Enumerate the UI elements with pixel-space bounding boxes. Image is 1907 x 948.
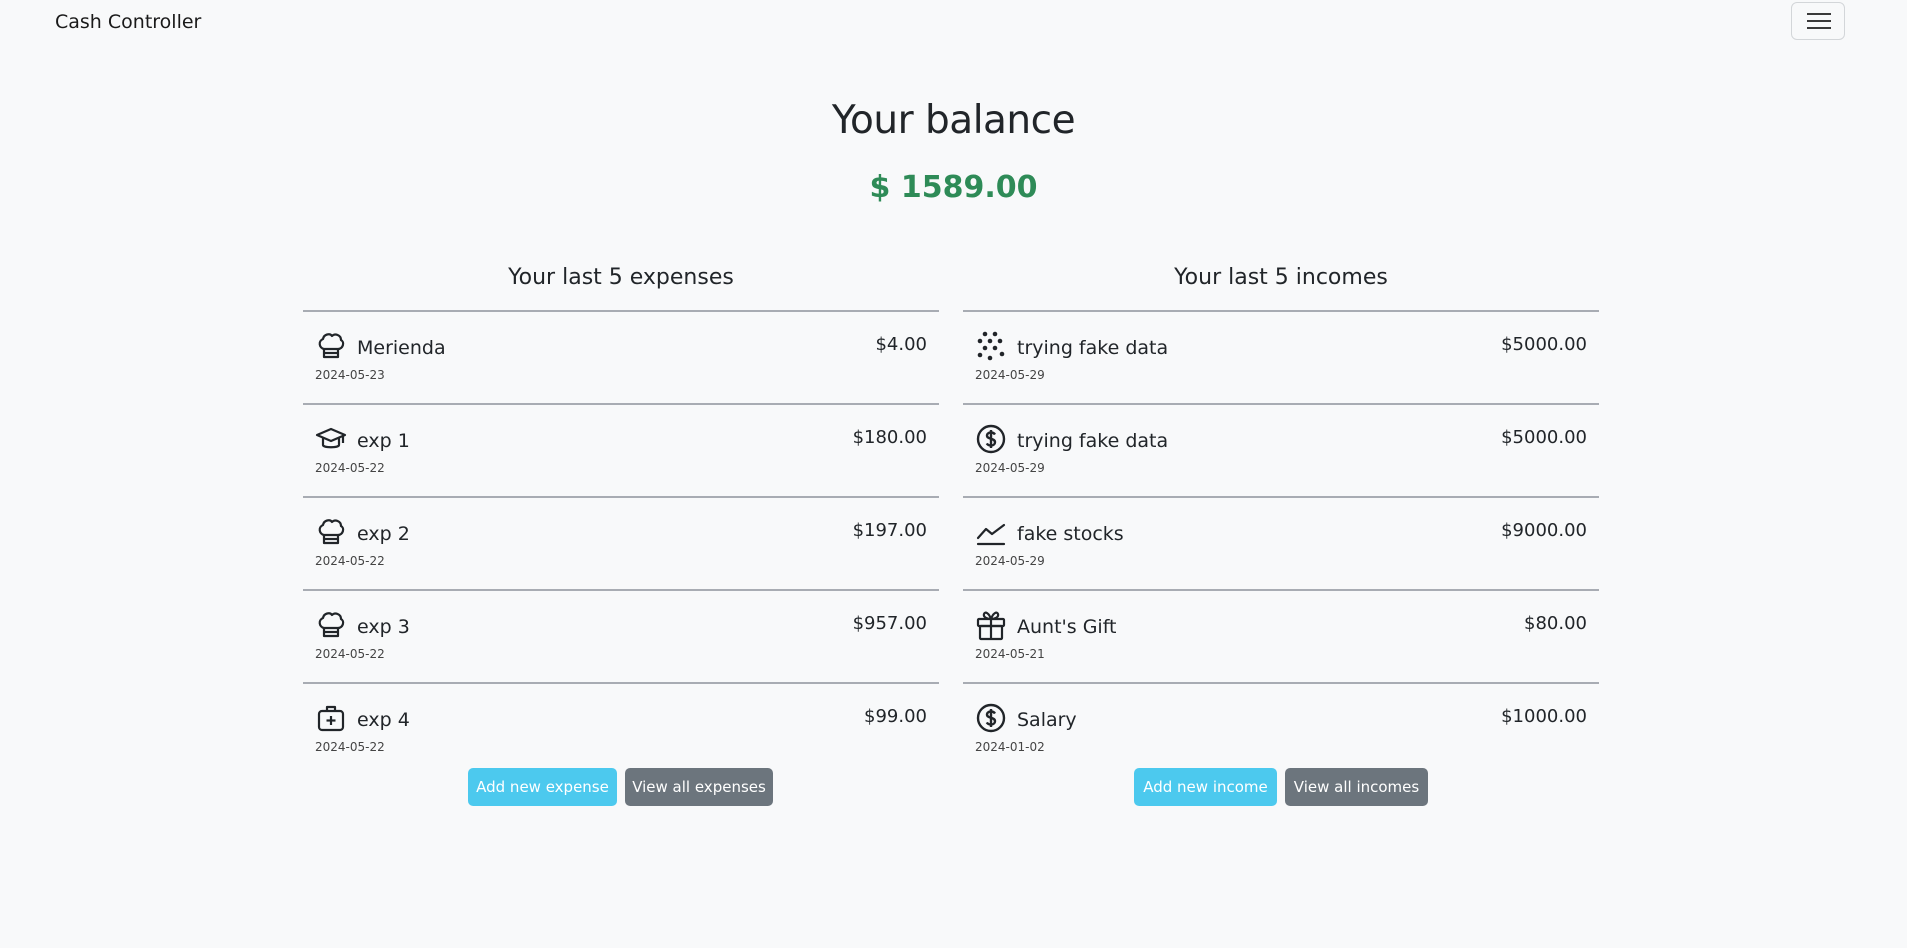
income-name: fake stocks xyxy=(1017,523,1124,545)
medical-kit-icon xyxy=(315,702,347,734)
expense-name: exp 3 xyxy=(357,616,410,638)
hamburger-menu-icon xyxy=(1807,13,1831,15)
income-item[interactable]: fake stocks 2024-05-29 $9000.00 xyxy=(963,496,1599,589)
expense-item[interactable]: exp 3 2024-05-22 $957.00 xyxy=(303,589,939,682)
income-amount: $5000.00 xyxy=(1501,334,1587,355)
expense-date: 2024-05-22 xyxy=(315,554,385,568)
incomes-panel: Your last 5 incomes trying fake data 202… xyxy=(963,260,1599,775)
navbar-toggler-button[interactable] xyxy=(1791,2,1845,40)
navbar: Cash Controller xyxy=(42,0,1865,46)
view-incomes-button[interactable]: View all incomes xyxy=(1285,768,1428,806)
expense-name: exp 4 xyxy=(357,709,410,731)
graph-up-icon xyxy=(975,516,1007,548)
balance-amount: $ 1589.00 xyxy=(869,170,1038,205)
expense-amount: $180.00 xyxy=(852,427,927,448)
income-name: Salary xyxy=(1017,709,1077,731)
incomes-title: Your last 5 incomes xyxy=(1174,265,1388,290)
income-date: 2024-05-29 xyxy=(975,461,1045,475)
graduation-cap-icon xyxy=(315,423,347,455)
income-amount: $1000.00 xyxy=(1501,706,1587,727)
income-date: 2024-05-29 xyxy=(975,554,1045,568)
expense-item[interactable]: exp 4 2024-05-22 $99.00 xyxy=(303,682,939,775)
income-name: trying fake data xyxy=(1017,430,1169,452)
expense-amount: $957.00 xyxy=(852,613,927,634)
balance-title: Your balance xyxy=(831,98,1076,143)
income-name: Aunt's Gift xyxy=(1017,616,1117,638)
view-expenses-button[interactable]: View all expenses xyxy=(625,768,773,806)
add-income-button[interactable]: Add new income xyxy=(1134,768,1277,806)
income-amount: $9000.00 xyxy=(1501,520,1587,541)
expense-amount: $197.00 xyxy=(852,520,927,541)
expense-date: 2024-05-23 xyxy=(315,368,385,382)
income-amount: $5000.00 xyxy=(1501,427,1587,448)
expense-item[interactable]: exp 1 2024-05-22 $180.00 xyxy=(303,403,939,496)
income-amount: $80.00 xyxy=(1524,613,1587,634)
income-item[interactable]: Aunt's Gift 2024-05-21 $80.00 xyxy=(963,589,1599,682)
dots-icon xyxy=(975,330,1007,362)
brand-link[interactable]: Cash Controller xyxy=(55,11,201,33)
expenses-panel: Your last 5 expenses Merienda 2024-05-23… xyxy=(303,260,939,775)
add-expense-button[interactable]: Add new expense xyxy=(468,768,617,806)
expense-name: exp 1 xyxy=(357,430,410,452)
expense-name: exp 2 xyxy=(357,523,410,545)
income-date: 2024-05-21 xyxy=(975,647,1045,661)
gift-icon xyxy=(975,609,1007,641)
chef-hat-icon xyxy=(315,330,347,362)
income-date: 2024-05-29 xyxy=(975,368,1045,382)
income-name: trying fake data xyxy=(1017,337,1169,359)
expense-date: 2024-05-22 xyxy=(315,461,385,475)
expense-amount: $4.00 xyxy=(875,334,927,355)
income-date: 2024-01-02 xyxy=(975,740,1045,754)
expense-name: Merienda xyxy=(357,337,446,359)
dollar-coin-icon xyxy=(975,423,1007,455)
expense-item[interactable]: Merienda 2024-05-23 $4.00 xyxy=(303,310,939,403)
expense-date: 2024-05-22 xyxy=(315,740,385,754)
chef-hat-icon xyxy=(315,609,347,641)
expenses-title: Your last 5 expenses xyxy=(508,265,734,290)
expense-item[interactable]: exp 2 2024-05-22 $197.00 xyxy=(303,496,939,589)
chef-hat-icon xyxy=(315,516,347,548)
expense-date: 2024-05-22 xyxy=(315,647,385,661)
income-item[interactable]: Salary 2024-01-02 $1000.00 xyxy=(963,682,1599,775)
income-item[interactable]: trying fake data 2024-05-29 $5000.00 xyxy=(963,403,1599,496)
income-item[interactable]: trying fake data 2024-05-29 $5000.00 xyxy=(963,310,1599,403)
expense-amount: $99.00 xyxy=(864,706,927,727)
dollar-coin-icon xyxy=(975,702,1007,734)
